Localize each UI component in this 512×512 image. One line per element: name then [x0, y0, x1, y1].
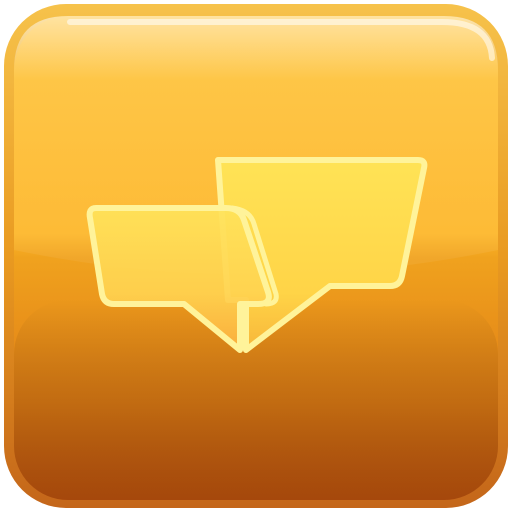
chat-bubbles-app-icon[interactable] [0, 0, 512, 512]
app-icon-container [0, 0, 512, 512]
